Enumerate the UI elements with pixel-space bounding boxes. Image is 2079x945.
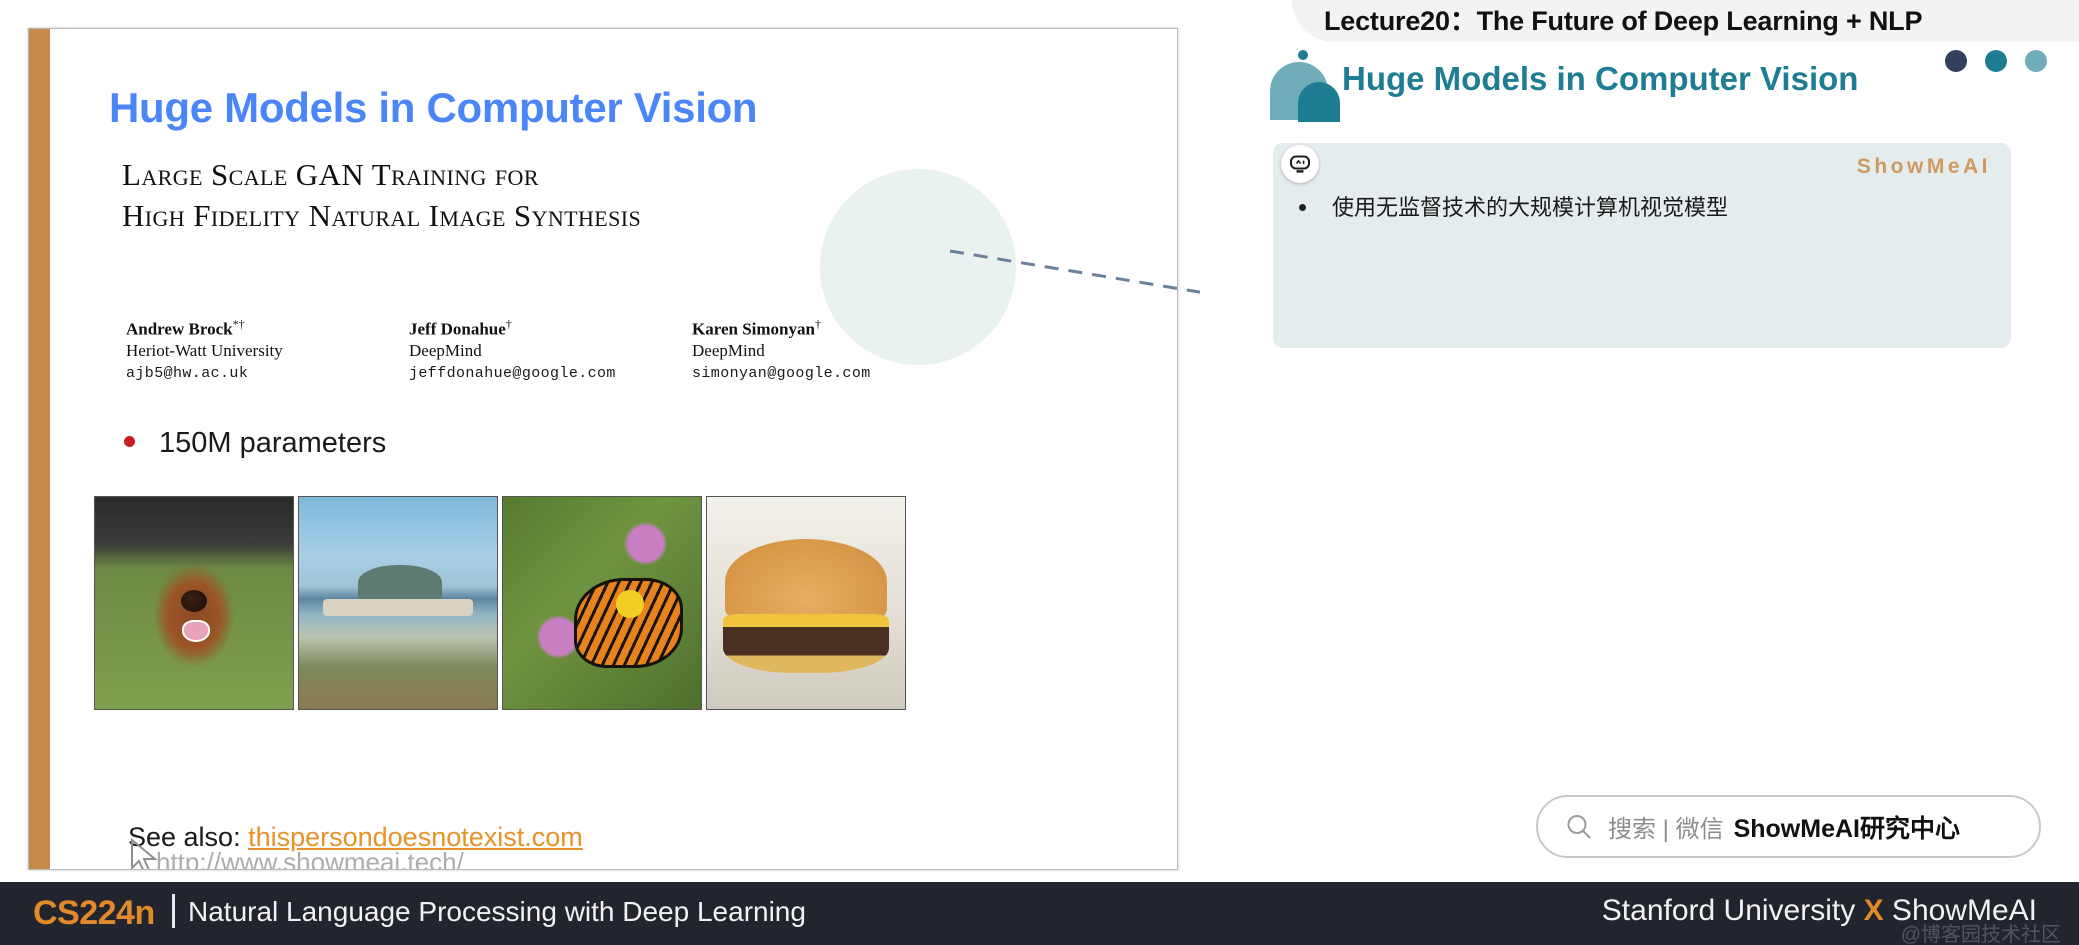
footer-bar: CS224n Natural Language Processing with … <box>0 882 2079 945</box>
author-email: ajb5@hw.ac.uk <box>126 364 249 382</box>
wechat-search-box[interactable]: 搜索 | 微信 ShowMeAI研究中心 <box>1536 795 2041 858</box>
see-also-link[interactable]: thispersondoesnotexist.com <box>248 822 583 852</box>
search-icon <box>1567 814 1591 839</box>
summary-panel: Lecture20：The Future of Deep Learning + … <box>1200 0 2079 880</box>
panel-header-title: Huge Models in Computer Vision <box>1342 60 1859 97</box>
author-affiliation: DeepMind <box>409 340 482 360</box>
author-marks: † <box>814 317 821 331</box>
card-bullet-dot-icon <box>1299 204 1306 211</box>
slide-content: Huge Models in Computer Vision Large Sca… <box>50 29 1177 869</box>
author-name: Andrew Brock*† <box>126 317 245 339</box>
gan-sample-butterfly <box>502 496 702 710</box>
gan-sample-dog <box>94 496 294 710</box>
slide-bullet: 150M parameters <box>124 427 386 460</box>
slide-title: Huge Models in Computer Vision <box>109 84 758 131</box>
author-entry: Jeff Donahue† DeepMind jeffdonahue@googl… <box>409 317 634 384</box>
gan-sample-strip <box>94 496 906 710</box>
author-affiliation: Heriot-Watt University <box>126 340 283 360</box>
paper-author-block: Andrew Brock*† Heriot-Watt University aj… <box>126 317 926 384</box>
slide-accent-bar <box>29 29 50 869</box>
mouse-cursor-icon <box>131 837 158 869</box>
card-bullet-row: 使用无监督技术的大规模计算机视觉模型 <box>1291 191 1728 224</box>
dot-dark-icon <box>1945 50 1967 72</box>
screenshot-root: Huge Models in Computer Vision Large Sca… <box>0 0 2079 945</box>
card-watermark: ShowMeAI <box>1856 155 1991 178</box>
search-placeholder: 搜索 | 微信 <box>1608 816 1724 843</box>
search-account-name: ShowMeAI研究中心 <box>1733 814 1960 843</box>
author-marks: *† <box>232 317 245 331</box>
author-email: jeffdonahue@google.com <box>409 364 616 382</box>
footer-divider <box>172 894 175 928</box>
slide-bullet-label: 150M parameters <box>159 427 387 459</box>
author-name: Jeff Donahue† <box>409 317 512 339</box>
footer-partner-x: X <box>1863 894 1884 927</box>
header-arch-shape-dark-icon <box>1298 82 1340 122</box>
ai-robot-badge-icon <box>1281 145 1319 183</box>
header-dots-group <box>1945 50 2047 72</box>
see-also-line: See also: thispersondoesnotexist.com <box>128 822 583 853</box>
slide-container: Huge Models in Computer Vision Large Sca… <box>28 28 1178 870</box>
panel-header: Huge Models in Computer Vision <box>1200 42 2079 124</box>
footer-partner-right: ShowMeAI <box>1883 894 2037 927</box>
footer-course-code: CS224n <box>33 894 155 932</box>
dot-teal-icon <box>1985 50 2007 72</box>
lecture-title: Lecture20：The Future of Deep Learning + … <box>1324 6 1923 36</box>
paper-title: Large Scale GAN Training for High Fideli… <box>122 154 862 236</box>
paper-title-line-2: High Fidelity Natural Image Synthesis <box>122 198 642 234</box>
footer-partners: Stanford University X ShowMeAI <box>1602 894 2037 928</box>
summary-card: ShowMeAI 使用无监督技术的大规模计算机视觉模型 <box>1273 143 2011 348</box>
header-small-dot-icon <box>1298 50 1308 60</box>
gan-sample-burger <box>706 496 906 710</box>
footer-course-subtitle: Natural Language Processing with Deep Le… <box>188 896 806 927</box>
author-marks: † <box>505 317 512 331</box>
author-affiliation: DeepMind <box>692 340 765 360</box>
paper-title-line-1: Large Scale GAN Training for <box>122 157 539 192</box>
gan-sample-coastline <box>298 496 498 710</box>
footer-partner-left: Stanford University <box>1601 894 1864 927</box>
bullet-dot-icon <box>124 436 135 447</box>
card-bullet-label: 使用无监督技术的大规模计算机视觉模型 <box>1332 195 1729 220</box>
dot-light-icon <box>2025 50 2047 72</box>
author-email: simonyan@google.com <box>692 364 871 382</box>
author-name: Karen Simonyan† <box>692 317 821 339</box>
author-entry: Karen Simonyan† DeepMind simonyan@google… <box>692 317 917 384</box>
author-entry: Andrew Brock*† Heriot-Watt University aj… <box>126 317 351 384</box>
